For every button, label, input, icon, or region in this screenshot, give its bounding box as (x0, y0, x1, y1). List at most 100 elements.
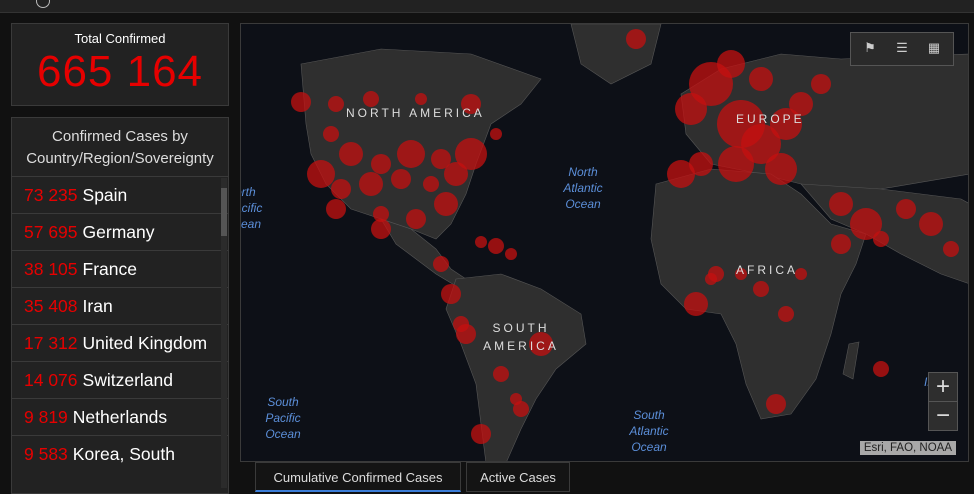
case-bubble[interactable] (896, 199, 916, 219)
map-view[interactable]: NORTH AMERICA SOUTH AMERICA EUROPE AFRIC… (240, 23, 969, 462)
case-bubble[interactable] (708, 266, 724, 282)
case-bubble[interactable] (667, 160, 695, 188)
list-item-name: Iran (82, 296, 113, 316)
list-item-name: France (82, 259, 137, 279)
zoom-in-button[interactable]: + (928, 372, 958, 402)
list-item-name: Germany (82, 222, 155, 242)
list-item[interactable]: 9 819 Netherlands (12, 398, 228, 435)
map-attribution: Esri, FAO, NOAA (859, 441, 956, 455)
case-bubble[interactable] (307, 160, 335, 188)
country-list[interactable]: 73 235 Spain 57 695 Germany 38 105 France 3… (12, 176, 228, 472)
map-toolbar: ⚑ ☰ ▦ (850, 32, 954, 66)
list-scrollbar[interactable] (221, 178, 227, 488)
case-bubble[interactable] (684, 292, 708, 316)
case-bubble[interactable] (717, 50, 745, 78)
case-bubble[interactable] (456, 324, 476, 344)
label-north-pacific: orth acific cean (241, 185, 263, 231)
list-item-count: 9 819 (24, 407, 68, 427)
case-bubble[interactable] (331, 179, 351, 199)
label-africa: AFRICA (736, 263, 799, 277)
case-bubble[interactable] (753, 281, 769, 297)
case-bubble[interactable] (359, 172, 383, 196)
case-bubble[interactable] (339, 142, 363, 166)
list-item-name: United Kingdom (82, 333, 208, 353)
zoom-out-button[interactable]: − (928, 401, 958, 431)
case-bubble[interactable] (766, 394, 786, 414)
case-bubble[interactable] (811, 74, 831, 94)
list-item[interactable]: 57 695 Germany (12, 213, 228, 250)
legend-list-icon[interactable]: ☰ (893, 39, 911, 57)
scrollbar-thumb[interactable] (221, 188, 227, 236)
list-item[interactable]: 17 312 United Kingdom (12, 324, 228, 361)
list-item[interactable]: 14 076 Switzerland (12, 361, 228, 398)
case-bubble[interactable] (475, 236, 487, 248)
tab-cumulative-confirmed[interactable]: Cumulative Confirmed Cases (255, 462, 461, 492)
case-bubble[interactable] (513, 401, 529, 417)
list-item-count: 73 235 (24, 185, 78, 205)
list-item-count: 38 105 (24, 259, 78, 279)
list-item-count: 57 695 (24, 222, 78, 242)
case-bubble[interactable] (493, 366, 509, 382)
case-bubble[interactable] (323, 126, 339, 142)
basemap-gallery-icon[interactable]: ▦ (925, 39, 943, 57)
case-bubble[interactable] (406, 209, 426, 229)
list-item-name: Spain (82, 185, 128, 205)
list-item[interactable]: 38 105 France (12, 250, 228, 287)
total-confirmed-value: 665 164 (36, 47, 204, 96)
label-south-atlantic: South Atlantic Ocean (629, 408, 669, 454)
map-canvas[interactable] (241, 24, 969, 462)
case-bubble[interactable] (441, 284, 461, 304)
case-bubble[interactable] (371, 219, 391, 239)
list-item[interactable]: 9 583 Korea, South (12, 435, 228, 472)
case-bubble[interactable] (423, 176, 439, 192)
list-item[interactable]: 73 235 Spain (12, 176, 228, 213)
greenland-landmass (570, 24, 662, 85)
list-item-name: Netherlands (72, 407, 168, 427)
list-item-count: 17 312 (24, 333, 78, 353)
case-bubble[interactable] (829, 192, 853, 216)
case-bubble[interactable] (505, 248, 517, 260)
case-bubble[interactable] (778, 306, 794, 322)
total-confirmed-label: Total Confirmed (74, 31, 166, 46)
total-confirmed-panel: Total Confirmed 665 164 (11, 23, 229, 106)
top-bar (0, 0, 974, 13)
south-america-landmass (445, 273, 587, 461)
list-item[interactable]: 35 408 Iran (12, 287, 228, 324)
case-bubble[interactable] (626, 29, 646, 49)
list-item-name: Korea, South (72, 444, 175, 464)
case-bubble[interactable] (873, 231, 889, 247)
list-item-name: Switzerland (82, 370, 173, 390)
case-bubble[interactable] (444, 162, 468, 186)
label-north-atlantic: North Atlantic Ocean (563, 165, 603, 211)
case-bubble[interactable] (434, 192, 458, 216)
globe-icon (36, 0, 50, 8)
case-bubble[interactable] (718, 146, 754, 182)
label-south-pacific: South Pacific Ocean (265, 395, 301, 441)
case-bubble[interactable] (397, 140, 425, 168)
label-south-america: SOUTH AMERICA (483, 321, 559, 353)
case-bubble[interactable] (291, 92, 311, 112)
case-bubble[interactable] (943, 241, 959, 257)
case-bubble[interactable] (873, 361, 889, 377)
case-bubble[interactable] (765, 153, 797, 185)
case-bubble[interactable] (328, 96, 344, 112)
bookmark-icon[interactable]: ⚑ (861, 39, 879, 57)
country-list-header: Confirmed Cases by Country/Region/Sovere… (26, 128, 214, 167)
case-bubble[interactable] (371, 154, 391, 174)
tab-active-cases[interactable]: Active Cases (466, 462, 570, 492)
country-list-panel[interactable]: Confirmed Cases by Country/Region/Sovere… (11, 117, 229, 494)
label-europe: EUROPE (736, 112, 805, 126)
case-bubble[interactable] (326, 199, 346, 219)
case-bubble[interactable] (471, 424, 491, 444)
madagascar-landmass (842, 341, 860, 380)
label-north-america: NORTH AMERICA (346, 106, 485, 120)
case-bubble[interactable] (831, 234, 851, 254)
case-bubble[interactable] (391, 169, 411, 189)
list-item-count: 35 408 (24, 296, 78, 316)
case-bubble[interactable] (488, 238, 504, 254)
case-bubble[interactable] (749, 67, 773, 91)
case-bubble[interactable] (433, 256, 449, 272)
case-bubble[interactable] (490, 128, 502, 140)
case-bubble[interactable] (919, 212, 943, 236)
list-item-count: 14 076 (24, 370, 78, 390)
